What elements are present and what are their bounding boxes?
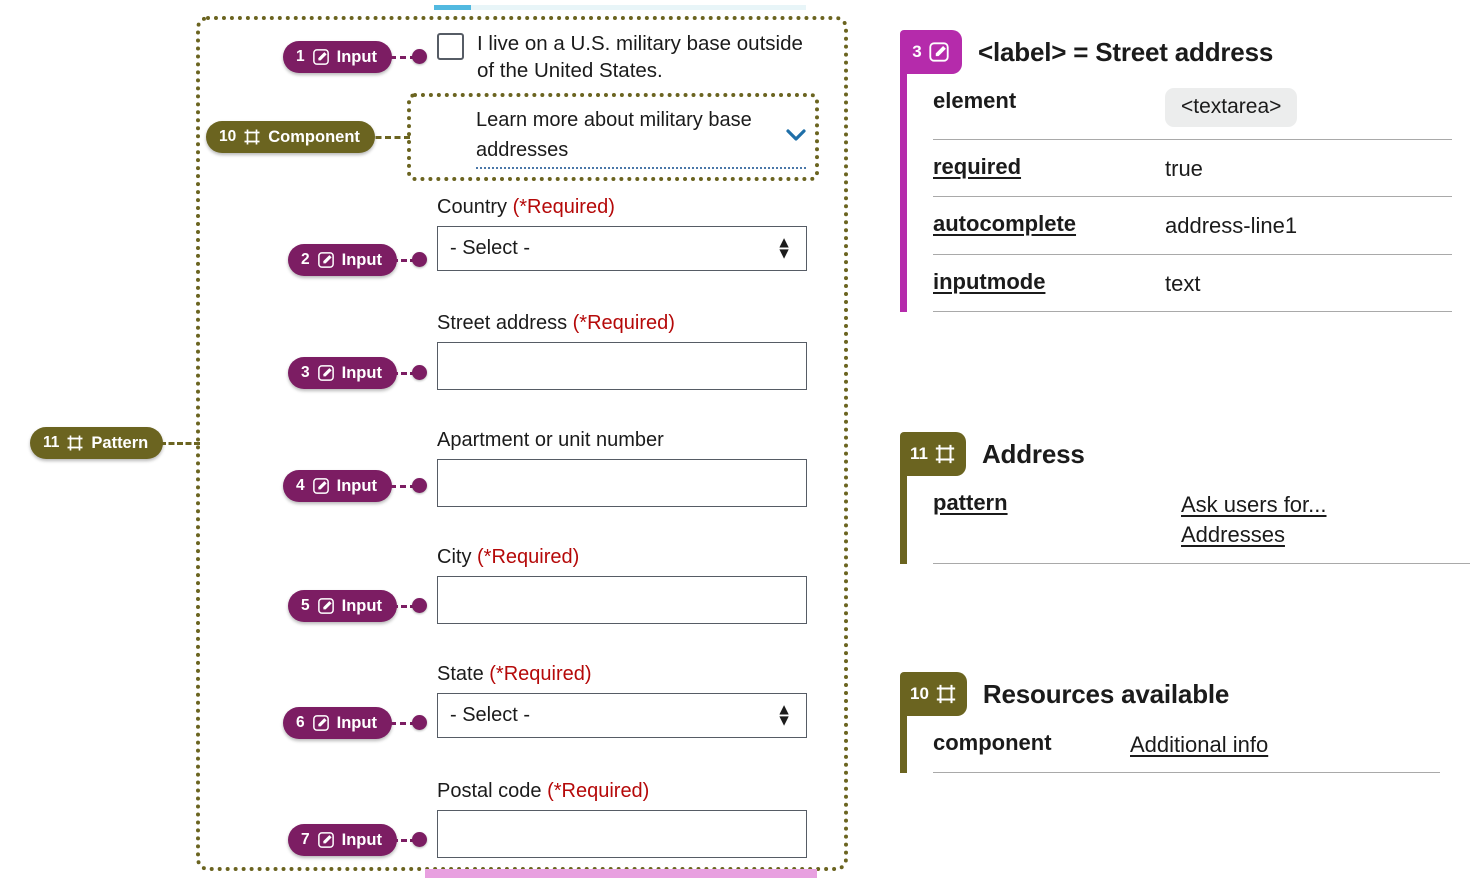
apartment-input[interactable] bbox=[437, 459, 807, 507]
field-apartment-label: Apartment or unit number bbox=[437, 429, 664, 451]
spec-card-11-title: Address bbox=[981, 438, 1085, 469]
spec-card-10: 10 Resources available component Additio… bbox=[900, 672, 1440, 774]
state-select[interactable]: - Select - ▲ ▼ bbox=[437, 693, 807, 738]
frame-icon bbox=[66, 434, 84, 452]
spec-row: pattern Ask users for... Addresses bbox=[933, 476, 1470, 564]
marker-10-component[interactable]: 10 Component bbox=[206, 121, 375, 153]
spec-row: element <textarea> bbox=[933, 74, 1452, 140]
spec-card-11-badge: 11 bbox=[900, 432, 966, 476]
spec-key: inputmode bbox=[933, 268, 1046, 294]
learn-more-underline bbox=[476, 167, 806, 169]
field-street-address: Street address (*Required) bbox=[437, 312, 807, 390]
connector-10 bbox=[366, 136, 410, 139]
spec-card-10-rail bbox=[900, 716, 907, 774]
spec-row: component Additional info bbox=[933, 716, 1440, 774]
marker-1-input[interactable]: 1 Input bbox=[283, 41, 392, 73]
street-address-input[interactable] bbox=[437, 342, 807, 390]
field-state-label: State (*Required) bbox=[437, 663, 592, 685]
city-input[interactable] bbox=[437, 576, 807, 624]
spec-card-11-body: pattern Ask users for... Addresses bbox=[900, 476, 1470, 564]
field-city-label: City (*Required) bbox=[437, 546, 580, 568]
learn-more-accordion[interactable]: Learn more about military base addresses bbox=[476, 105, 806, 169]
learn-more-accordion-label-wrap: Learn more about military base addresses bbox=[476, 105, 806, 169]
spec-card-3: 3 <label> = Street address element <text… bbox=[900, 30, 1452, 313]
spec-row: autocomplete address-line1 bbox=[933, 197, 1452, 255]
marker-5-input[interactable]: 5 Input bbox=[288, 590, 397, 622]
marker-6-input[interactable]: 6 Input bbox=[283, 707, 392, 739]
connector-dot-5 bbox=[412, 598, 427, 613]
spec-card-11-rail bbox=[900, 476, 907, 564]
country-select[interactable]: - Select - ▲ ▼ bbox=[437, 226, 807, 271]
connector-dot-7 bbox=[412, 832, 427, 847]
connector-dot-2 bbox=[412, 252, 427, 267]
edit-square-icon bbox=[317, 251, 335, 269]
spec-card-10-body: component Additional info bbox=[900, 716, 1440, 774]
marker-7-input[interactable]: 7 Input bbox=[288, 824, 397, 856]
spec-value: address-line1 bbox=[1165, 213, 1298, 239]
select-arrows-icon: ▲ ▼ bbox=[776, 700, 792, 730]
field-country: Country (*Required) - Select - ▲ ▼ bbox=[437, 196, 807, 271]
select-arrows-icon: ▲ ▼ bbox=[776, 233, 792, 263]
annotated-form-screenshot: I live on a U.S. military base outside o… bbox=[0, 0, 1482, 896]
spec-card-3-header: 3 <label> = Street address bbox=[900, 30, 1452, 74]
connector-dot-4 bbox=[412, 478, 427, 493]
address-form: I live on a U.S. military base outside o… bbox=[437, 30, 807, 90]
spec-key: component bbox=[933, 730, 1052, 755]
edit-square-icon bbox=[317, 831, 335, 849]
marker-11-pattern[interactable]: 11 Pattern bbox=[30, 427, 164, 459]
spec-value-link[interactable]: Additional info bbox=[1130, 730, 1268, 760]
edit-square-icon bbox=[317, 597, 335, 615]
field-postal-code: Postal code (*Required) bbox=[437, 780, 807, 858]
spec-key: autocomplete bbox=[933, 211, 1077, 237]
spec-card-11-header: 11 Address bbox=[900, 432, 1470, 476]
connector-11 bbox=[160, 442, 200, 445]
spec-card-10-badge: 10 bbox=[900, 672, 967, 716]
field-state: State (*Required) - Select - ▲ ▼ bbox=[437, 663, 807, 738]
learn-more-accordion-label: Learn more about military base addresses bbox=[476, 109, 752, 161]
connector-dot-6 bbox=[412, 715, 427, 730]
spec-value: <textarea> bbox=[1165, 88, 1298, 127]
frame-icon bbox=[243, 128, 261, 146]
chevron-down-icon[interactable] bbox=[786, 127, 806, 146]
spec-card-3-body: element <textarea> required true autocom… bbox=[900, 74, 1452, 313]
marker-4-input[interactable]: 4 Input bbox=[283, 470, 392, 502]
postal-code-input[interactable] bbox=[437, 810, 807, 858]
spec-row: required true bbox=[933, 140, 1452, 198]
spec-card-11: 11 Address pattern Ask users for... Addr… bbox=[900, 432, 1470, 564]
field-postal-code-label: Postal code (*Required) bbox=[437, 780, 650, 802]
military-base-checkbox-label: I live on a U.S. military base outside o… bbox=[477, 32, 803, 83]
edit-square-icon bbox=[312, 477, 330, 495]
edit-square-icon bbox=[928, 41, 950, 63]
spec-key: element bbox=[933, 88, 1017, 113]
spec-card-3-rail bbox=[900, 74, 907, 313]
spec-row: inputmode text bbox=[933, 255, 1452, 313]
form-progress-fill bbox=[434, 5, 472, 10]
spec-key: pattern bbox=[933, 490, 1008, 515]
edit-square-icon bbox=[317, 364, 335, 382]
spec-key: required bbox=[933, 153, 1022, 179]
connector-dot-1 bbox=[412, 49, 427, 64]
spec-value: true bbox=[1165, 155, 1203, 181]
edit-square-icon bbox=[312, 714, 330, 732]
edit-square-icon bbox=[312, 48, 330, 66]
spec-value: text bbox=[1165, 270, 1201, 296]
marker-3-input[interactable]: 3 Input bbox=[288, 357, 397, 389]
spec-card-3-title: <label> = Street address bbox=[978, 36, 1274, 67]
spec-card-3-badge: 3 bbox=[900, 30, 962, 74]
military-base-checkbox-row[interactable]: I live on a U.S. military base outside o… bbox=[437, 30, 807, 84]
field-country-label: Country (*Required) bbox=[437, 196, 615, 218]
field-apartment: Apartment or unit number bbox=[437, 429, 807, 507]
frame-icon bbox=[935, 683, 957, 705]
military-base-checkbox[interactable] bbox=[437, 33, 464, 60]
spec-card-10-header: 10 Resources available bbox=[900, 672, 1440, 716]
marker-2-input[interactable]: 2 Input bbox=[288, 244, 397, 276]
form-progress-track bbox=[434, 5, 806, 10]
connector-dot-3 bbox=[412, 365, 427, 380]
frame-icon bbox=[934, 443, 956, 465]
field-city: City (*Required) bbox=[437, 546, 807, 624]
highlight-bar bbox=[425, 869, 817, 878]
spec-value-link[interactable]: Ask users for... Addresses bbox=[1181, 490, 1396, 551]
spec-card-10-title: Resources available bbox=[982, 678, 1230, 709]
field-street-address-label: Street address (*Required) bbox=[437, 312, 675, 334]
